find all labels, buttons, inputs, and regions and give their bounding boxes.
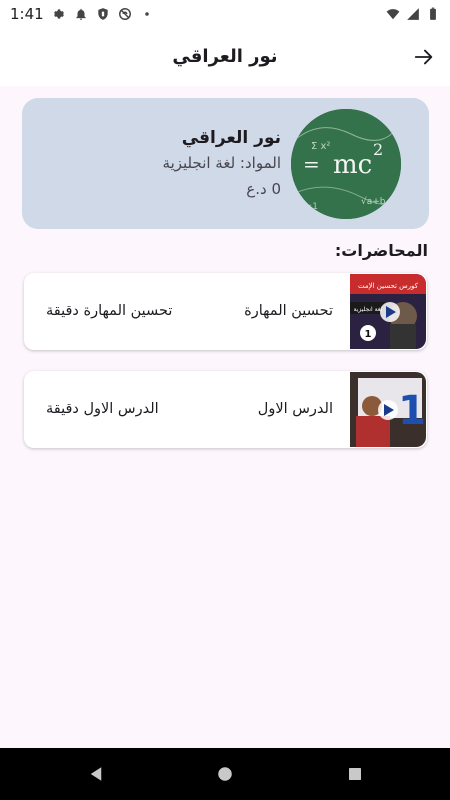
teacher-info: نور العراقي المواد: لغة انجليزية 0 د.ع: [163, 126, 281, 202]
svg-text:لغة انجليزية: لغة انجليزية: [353, 306, 382, 313]
thumbnail-badge: 1: [365, 329, 372, 340]
teacher-balance: 0 د.ع: [246, 180, 281, 198]
do-not-disturb-icon: [118, 7, 132, 21]
nav-home-button[interactable]: [215, 764, 235, 784]
thumbnail-badge: 1: [398, 388, 426, 434]
nav-recents-button[interactable]: [345, 764, 365, 784]
svg-text:كورس تحسين الإمت: كورس تحسين الإمت: [358, 282, 419, 290]
status-time: 1:41: [10, 5, 44, 23]
video-thumbnail-image: كورس تحسين الإمت لغة انجليزية 1: [350, 274, 426, 349]
status-icons-left: [52, 7, 154, 21]
teacher-profile-card: Σ x² √a+b mc 2 = E=1 نور العراقي المواد:…: [22, 98, 429, 229]
home-circle-icon: [218, 767, 232, 781]
lectures-section-title: المحاضرات:: [334, 241, 428, 260]
teacher-subject: المواد: لغة انجليزية: [162, 154, 281, 172]
back-triangle-icon: [90, 767, 102, 781]
svg-text:mc: mc: [333, 150, 372, 180]
lecture-thumbnail: كورس تحسين الإمت لغة انجليزية 1: [350, 274, 426, 349]
notification-bell-icon: [74, 7, 88, 21]
teacher-avatar: Σ x² √a+b mc 2 = E=1: [291, 109, 401, 219]
teacher-name: نور العراقي: [181, 128, 281, 148]
lecture-card[interactable]: كورس تحسين الإمت لغة انجليزية 1 تحسين ال…: [24, 273, 427, 350]
lecture-duration: الدرس الاول دقيقة: [46, 401, 159, 417]
lecture-card[interactable]: 1 الدرس الاول الدرس الاول دقيقة: [24, 371, 427, 448]
page-title: نور العراقي: [172, 46, 278, 67]
recents-square-icon: [349, 768, 361, 780]
wifi-icon: [386, 7, 400, 21]
dot-icon: [140, 7, 154, 21]
lecture-title: الدرس الاول: [257, 401, 333, 417]
svg-text:E=1: E=1: [299, 202, 318, 212]
status-icons-right: [386, 7, 440, 21]
chalkboard-formula-image: Σ x² √a+b mc 2 = E=1: [291, 109, 401, 219]
svg-text:Σ x²: Σ x²: [311, 141, 330, 152]
video-thumbnail-image: 1: [350, 372, 426, 447]
arrow-right-icon: [414, 49, 433, 65]
nav-back-button[interactable]: [86, 764, 106, 784]
lecture-duration: تحسين المهارة دقيقة: [46, 303, 173, 319]
system-nav-bar: [0, 748, 450, 800]
svg-text:=: =: [303, 152, 320, 176]
back-button[interactable]: [412, 45, 436, 69]
svg-text:2: 2: [373, 140, 383, 159]
app-bar: نور العراقي: [0, 28, 450, 86]
settings-icon: [52, 7, 66, 21]
cellular-signal-icon: [406, 7, 420, 21]
battery-icon: [426, 7, 440, 21]
lecture-title: تحسين المهارة: [244, 303, 333, 319]
lecture-thumbnail: 1: [350, 372, 426, 447]
svg-text:√a+b: √a+b: [361, 196, 386, 207]
status-bar: 1:41: [0, 0, 450, 28]
shield-icon: [96, 7, 110, 21]
